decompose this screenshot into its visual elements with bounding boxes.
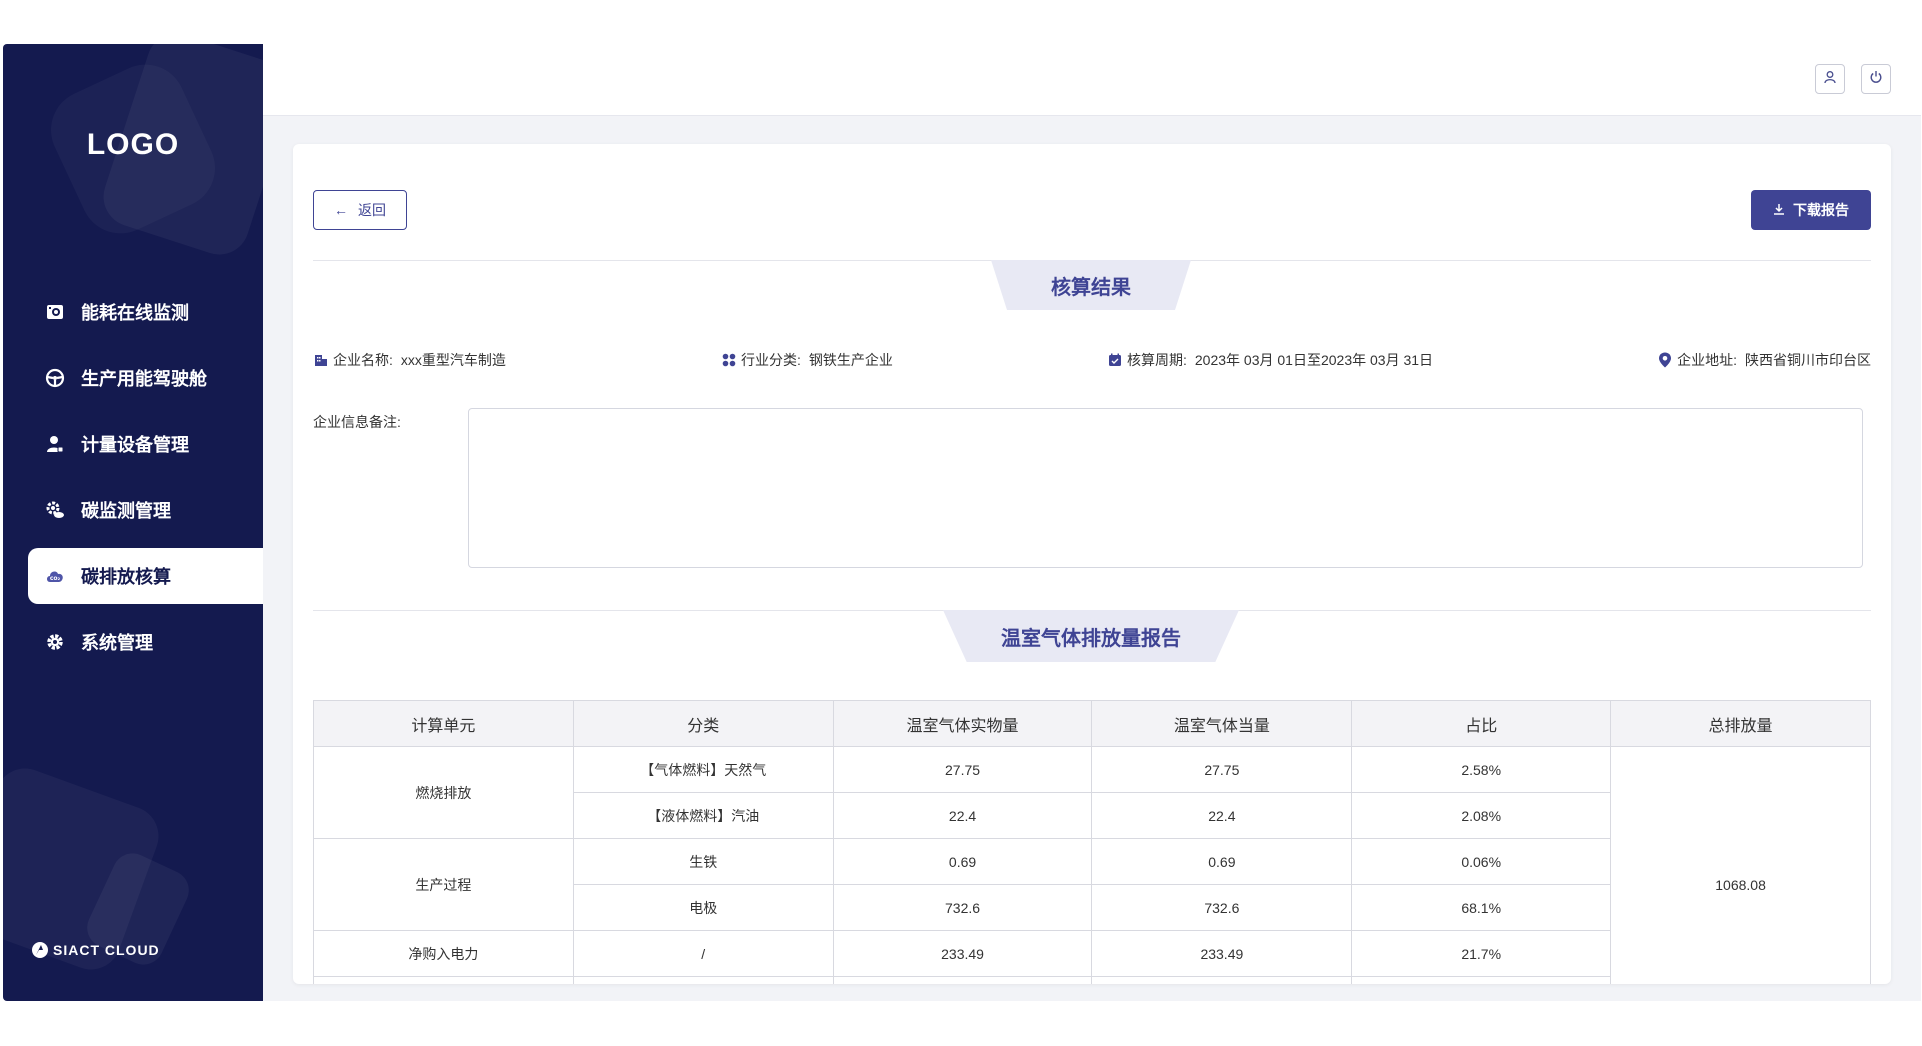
unit-cell: 燃烧排放 [313,746,574,839]
column-header: 占比 [1351,700,1612,747]
sidebar-item-label: 碳排放核算 [81,567,171,587]
result-section-title: 核算结果 [991,260,1191,310]
empty-cell [313,976,574,984]
grid-icon [721,352,737,368]
physical-cell: 22.4 [832,792,1093,839]
camera-monitor-icon [43,300,67,324]
gear-cloud-icon [43,498,67,522]
report-card: ← 返回 下载报告 核算结果 企业名称: xxx重型汽车制造 行业分类: 钢铁生… [293,144,1891,984]
ratio-cell: 2.58% [1351,746,1612,793]
ratio-cell: 21.7% [1351,930,1612,977]
sidebar-item-label: 计量设备管理 [81,435,189,455]
category-cell: 生铁 [572,838,834,885]
empty-cell [572,976,834,984]
empty-cell [832,976,1093,984]
location-pin-icon [1657,352,1673,368]
address-label: 企业地址: [1677,352,1737,368]
category-cell: 【气体燃料】天然气 [572,746,834,793]
power-button[interactable] [1861,64,1891,94]
total-cell: 1068.08 [1610,746,1871,984]
brand-logo: SIACT CLOUD [31,941,160,959]
equivalent-cell: 27.75 [1091,746,1353,793]
sidebar-item-carbon-monitor[interactable]: 碳监测管理 [3,482,263,538]
user-button[interactable] [1815,64,1845,94]
table-row: 燃烧排放 【气体燃料】天然气 27.75 27.75 2.58% 1068.08 [313,746,1871,984]
period-label: 核算周期: [1127,352,1187,368]
svg-text:co₂: co₂ [50,575,61,582]
unit-cell: 净购入电力 [313,930,574,977]
address-value: 陕西省铜川市印台区 [1745,352,1871,368]
sidebar-item-label: 系统管理 [81,633,153,653]
physical-cell: 0.69 [832,838,1093,885]
equivalent-cell: 22.4 [1091,792,1353,839]
download-label: 下载报告 [1793,202,1849,218]
gear-icon [43,630,67,654]
sidebar: LOGO 能耗在线监测 生产用能驾驶舱 计量设备管理 碳监测管理 co₂ 碳排放… [3,44,263,1001]
category-cell: 电极 [572,884,834,931]
industry-label: 行业分类: [741,352,801,368]
download-report-button[interactable]: 下载报告 [1751,190,1871,230]
physical-cell: 27.75 [832,746,1093,793]
emission-table: 计算单元 分类 温室气体实物量 温室气体当量 占比 总排放量 燃烧排放 【气体燃… [313,700,1871,984]
sidebar-item-label: 能耗在线监测 [81,303,189,323]
company-name-info: 企业名称: xxx重型汽车制造 [313,350,506,370]
column-header: 温室气体当量 [1091,700,1353,747]
ratio-cell: 2.08% [1351,792,1612,839]
industry-info: 行业分类: 钢铁生产企业 [721,350,893,370]
equivalent-cell: 0.69 [1091,838,1353,885]
company-name-label: 企业名称: [333,352,393,368]
brand-text: SIACT CLOUD [53,942,160,958]
steering-wheel-icon [43,366,67,390]
company-info-row: 企业名称: xxx重型汽车制造 行业分类: 钢铁生产企业 核算周期: 2023年… [313,350,1871,374]
physical-cell: 233.49 [832,930,1093,977]
industry-value: 钢铁生产企业 [808,352,893,368]
sidebar-item-label: 生产用能驾驶舱 [81,369,207,389]
calendar-icon [1107,352,1123,368]
column-header: 分类 [572,700,834,747]
app-window: LOGO 能耗在线监测 生产用能驾驶舱 计量设备管理 碳监测管理 co₂ 碳排放… [3,44,1921,1001]
ratio-cell: 0.06% [1351,838,1612,885]
sidebar-item-energy-monitor[interactable]: 能耗在线监测 [3,284,263,340]
back-button[interactable]: ← 返回 [313,190,407,230]
category-cell: / [572,930,834,977]
building-icon [313,352,329,368]
column-header: 总排放量 [1610,700,1871,747]
sidebar-item-system[interactable]: 系统管理 [3,614,263,670]
siact-logo-icon [31,941,49,959]
top-bar [263,44,1921,116]
empty-cell [1351,976,1612,984]
download-icon [1773,202,1785,218]
company-note-label: 企业信息备注: [313,414,401,430]
column-header: 计算单元 [313,700,574,747]
sidebar-item-label: 碳监测管理 [81,501,171,521]
user-device-icon [43,432,67,456]
unit-cell: 生产过程 [313,838,574,931]
report-section-title: 温室气体排放量报告 [943,610,1239,662]
company-note-input[interactable] [468,408,1863,568]
empty-cell [1091,976,1353,984]
physical-cell: 732.6 [832,884,1093,931]
column-header: 温室气体实物量 [832,700,1093,747]
sidebar-item-cockpit[interactable]: 生产用能驾驶舱 [3,350,263,406]
category-cell: 【液体燃料】汽油 [572,792,834,839]
equivalent-cell: 732.6 [1091,884,1353,931]
back-label: 返回 [358,202,386,218]
period-info: 核算周期: 2023年 03月 01日至2023年 03月 31日 [1107,350,1433,370]
ratio-cell: 68.1% [1351,884,1612,931]
user-icon [1823,70,1837,89]
sidebar-item-metering-devices[interactable]: 计量设备管理 [3,416,263,472]
table-header-row: 计算单元 分类 温室气体实物量 温室气体当量 占比 总排放量 [313,700,1871,747]
company-name-value: xxx重型汽车制造 [400,352,506,368]
equivalent-cell: 233.49 [1091,930,1353,977]
sidebar-item-carbon-accounting[interactable]: co₂ 碳排放核算 [28,548,263,604]
address-info: 企业地址: 陕西省铜川市印台区 [1657,350,1871,370]
logo: LOGO [86,128,180,161]
co2-cloud-icon: co₂ [43,564,67,588]
sidebar-menu: 能耗在线监测 生产用能驾驶舱 计量设备管理 碳监测管理 co₂ 碳排放核算 系统… [3,284,263,680]
arrow-left-icon: ← [334,202,348,218]
main-content: ← 返回 下载报告 核算结果 企业名称: xxx重型汽车制造 行业分类: 钢铁生… [263,44,1921,1001]
power-icon [1869,70,1883,89]
period-value: 2023年 03月 01日至2023年 03月 31日 [1194,352,1434,368]
